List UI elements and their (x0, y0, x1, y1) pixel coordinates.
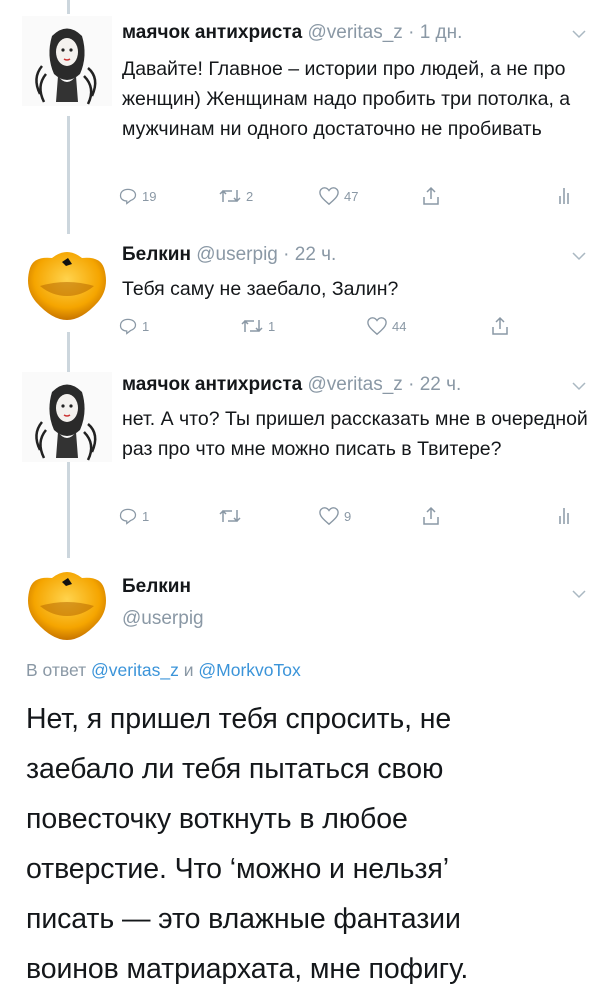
display-name[interactable]: Белкин (122, 576, 191, 598)
retweet-icon (219, 509, 241, 523)
reply-count: 19 (142, 188, 157, 204)
like-count: 44 (392, 318, 407, 334)
avatar[interactable] (22, 238, 112, 328)
handle[interactable]: @veritas_z (307, 374, 402, 395)
reply-button[interactable]: 1 (118, 506, 149, 526)
tweet-header: Белкин @userpig · 22 ч. (122, 244, 336, 266)
reply-button[interactable]: 1 (118, 316, 149, 336)
handle[interactable]: @userpig (196, 244, 278, 265)
reply-icon (119, 508, 137, 525)
handle[interactable]: @veritas_z (307, 22, 402, 43)
reply-count: 1 (142, 318, 150, 334)
text-line: повесточку воткнуть в любое (26, 803, 408, 835)
tweet[interactable]: Белкин @userpig · 22 ч. Тебя саму не зае… (0, 226, 613, 356)
chevron-down-icon[interactable] (571, 378, 587, 396)
text-line: воинов матриархата, мне пофигу. (26, 953, 469, 985)
analytics-icon (559, 508, 569, 524)
retweet-button[interactable] (218, 506, 246, 526)
text-line: заебало ли тебя пытаться свою (26, 753, 444, 785)
share-icon (423, 506, 439, 525)
text-line: Нет, я пришел тебя спросить, не (26, 703, 452, 735)
analytics-button[interactable] (558, 186, 570, 204)
retweet-button[interactable]: 1 (240, 316, 275, 336)
heart-icon (319, 187, 339, 206)
reply-user-link[interactable]: @veritas_z (91, 660, 179, 680)
reply-button[interactable]: 19 (118, 186, 156, 206)
like-button[interactable]: 47 (318, 186, 358, 206)
like-count: 9 (344, 508, 352, 524)
share-button[interactable] (490, 316, 510, 336)
display-name[interactable]: маячок антихриста (122, 22, 302, 43)
avatar-duck-image (28, 572, 106, 640)
tweet-text: Давайте! Главное – истории про людей, а … (122, 58, 571, 140)
analytics-button[interactable] (558, 506, 570, 524)
tweet-text: нет. А что? Ты пришел рассказать мне в о… (122, 408, 588, 460)
display-name[interactable]: маячок антихриста (122, 374, 302, 395)
timestamp[interactable]: · 1 дн. (408, 22, 462, 43)
chevron-down-icon[interactable] (571, 26, 587, 44)
avatar[interactable] (22, 16, 112, 106)
tweet[interactable]: маячок антихриста @veritas_z · 22 ч. нет… (0, 356, 613, 550)
focused-tweet[interactable]: Белкин @userpig В ответ @veritas_z и @Mo… (0, 550, 613, 1006)
like-button[interactable]: 44 (366, 316, 406, 336)
like-button[interactable]: 9 (318, 506, 351, 526)
retweet-icon (241, 319, 263, 333)
retweet-icon (219, 189, 241, 203)
share-button[interactable] (421, 506, 441, 526)
timestamp[interactable]: · 22 ч. (408, 374, 461, 395)
reply-context: В ответ @veritas_z и @MorkvoTox (26, 660, 301, 681)
chevron-down-icon[interactable] (571, 248, 587, 266)
analytics-icon (559, 188, 569, 204)
avatar-duck-image (28, 252, 106, 320)
tweet-header: маячок антихриста @veritas_z · 22 ч. (122, 374, 461, 396)
tweet[interactable]: маячок антихриста @veritas_z · 1 дн. Дав… (0, 0, 613, 226)
text-line: отверстие. Что ‘можно и нельзя’ (26, 853, 449, 885)
heart-icon (367, 317, 387, 336)
reply-prefix: В ответ (26, 660, 87, 680)
heart-icon (319, 507, 339, 526)
tweet-text: Тебя саму не заебало, Залин? (122, 278, 399, 300)
tweet-header: маячок антихриста @veritas_z · 1 дн. (122, 22, 462, 44)
retweet-count: 1 (268, 318, 276, 334)
focused-tweet-text: Нет, я пришел тебя спросить, не заебало … (26, 694, 596, 994)
like-count: 47 (344, 188, 359, 204)
reply-icon (119, 318, 137, 335)
share-icon (423, 186, 439, 205)
handle[interactable]: @userpig (122, 608, 204, 630)
text-line: писать — это влажные фантазии (26, 903, 461, 935)
tweet-actions: 19 2 47 (118, 186, 588, 212)
avatar[interactable] (22, 372, 112, 462)
avatar[interactable] (22, 558, 112, 648)
display-name[interactable]: Белкин (122, 244, 191, 265)
avatar-sketch-image (35, 384, 97, 461)
avatar-sketch-image (35, 28, 97, 105)
retweet-count: 2 (246, 188, 254, 204)
share-icon (492, 316, 508, 335)
retweet-button[interactable]: 2 (218, 186, 253, 206)
tweet-actions: 1 1 44 (118, 316, 588, 342)
reply-icon (119, 188, 137, 205)
timestamp[interactable]: · 22 ч. (283, 244, 336, 265)
reply-count: 1 (142, 508, 150, 524)
share-button[interactable] (421, 186, 441, 206)
reply-and: и (183, 660, 194, 680)
chevron-down-icon[interactable] (571, 586, 587, 604)
reply-user-link[interactable]: @MorkvoTox (198, 660, 300, 680)
tweet-actions: 1 9 (118, 506, 588, 532)
